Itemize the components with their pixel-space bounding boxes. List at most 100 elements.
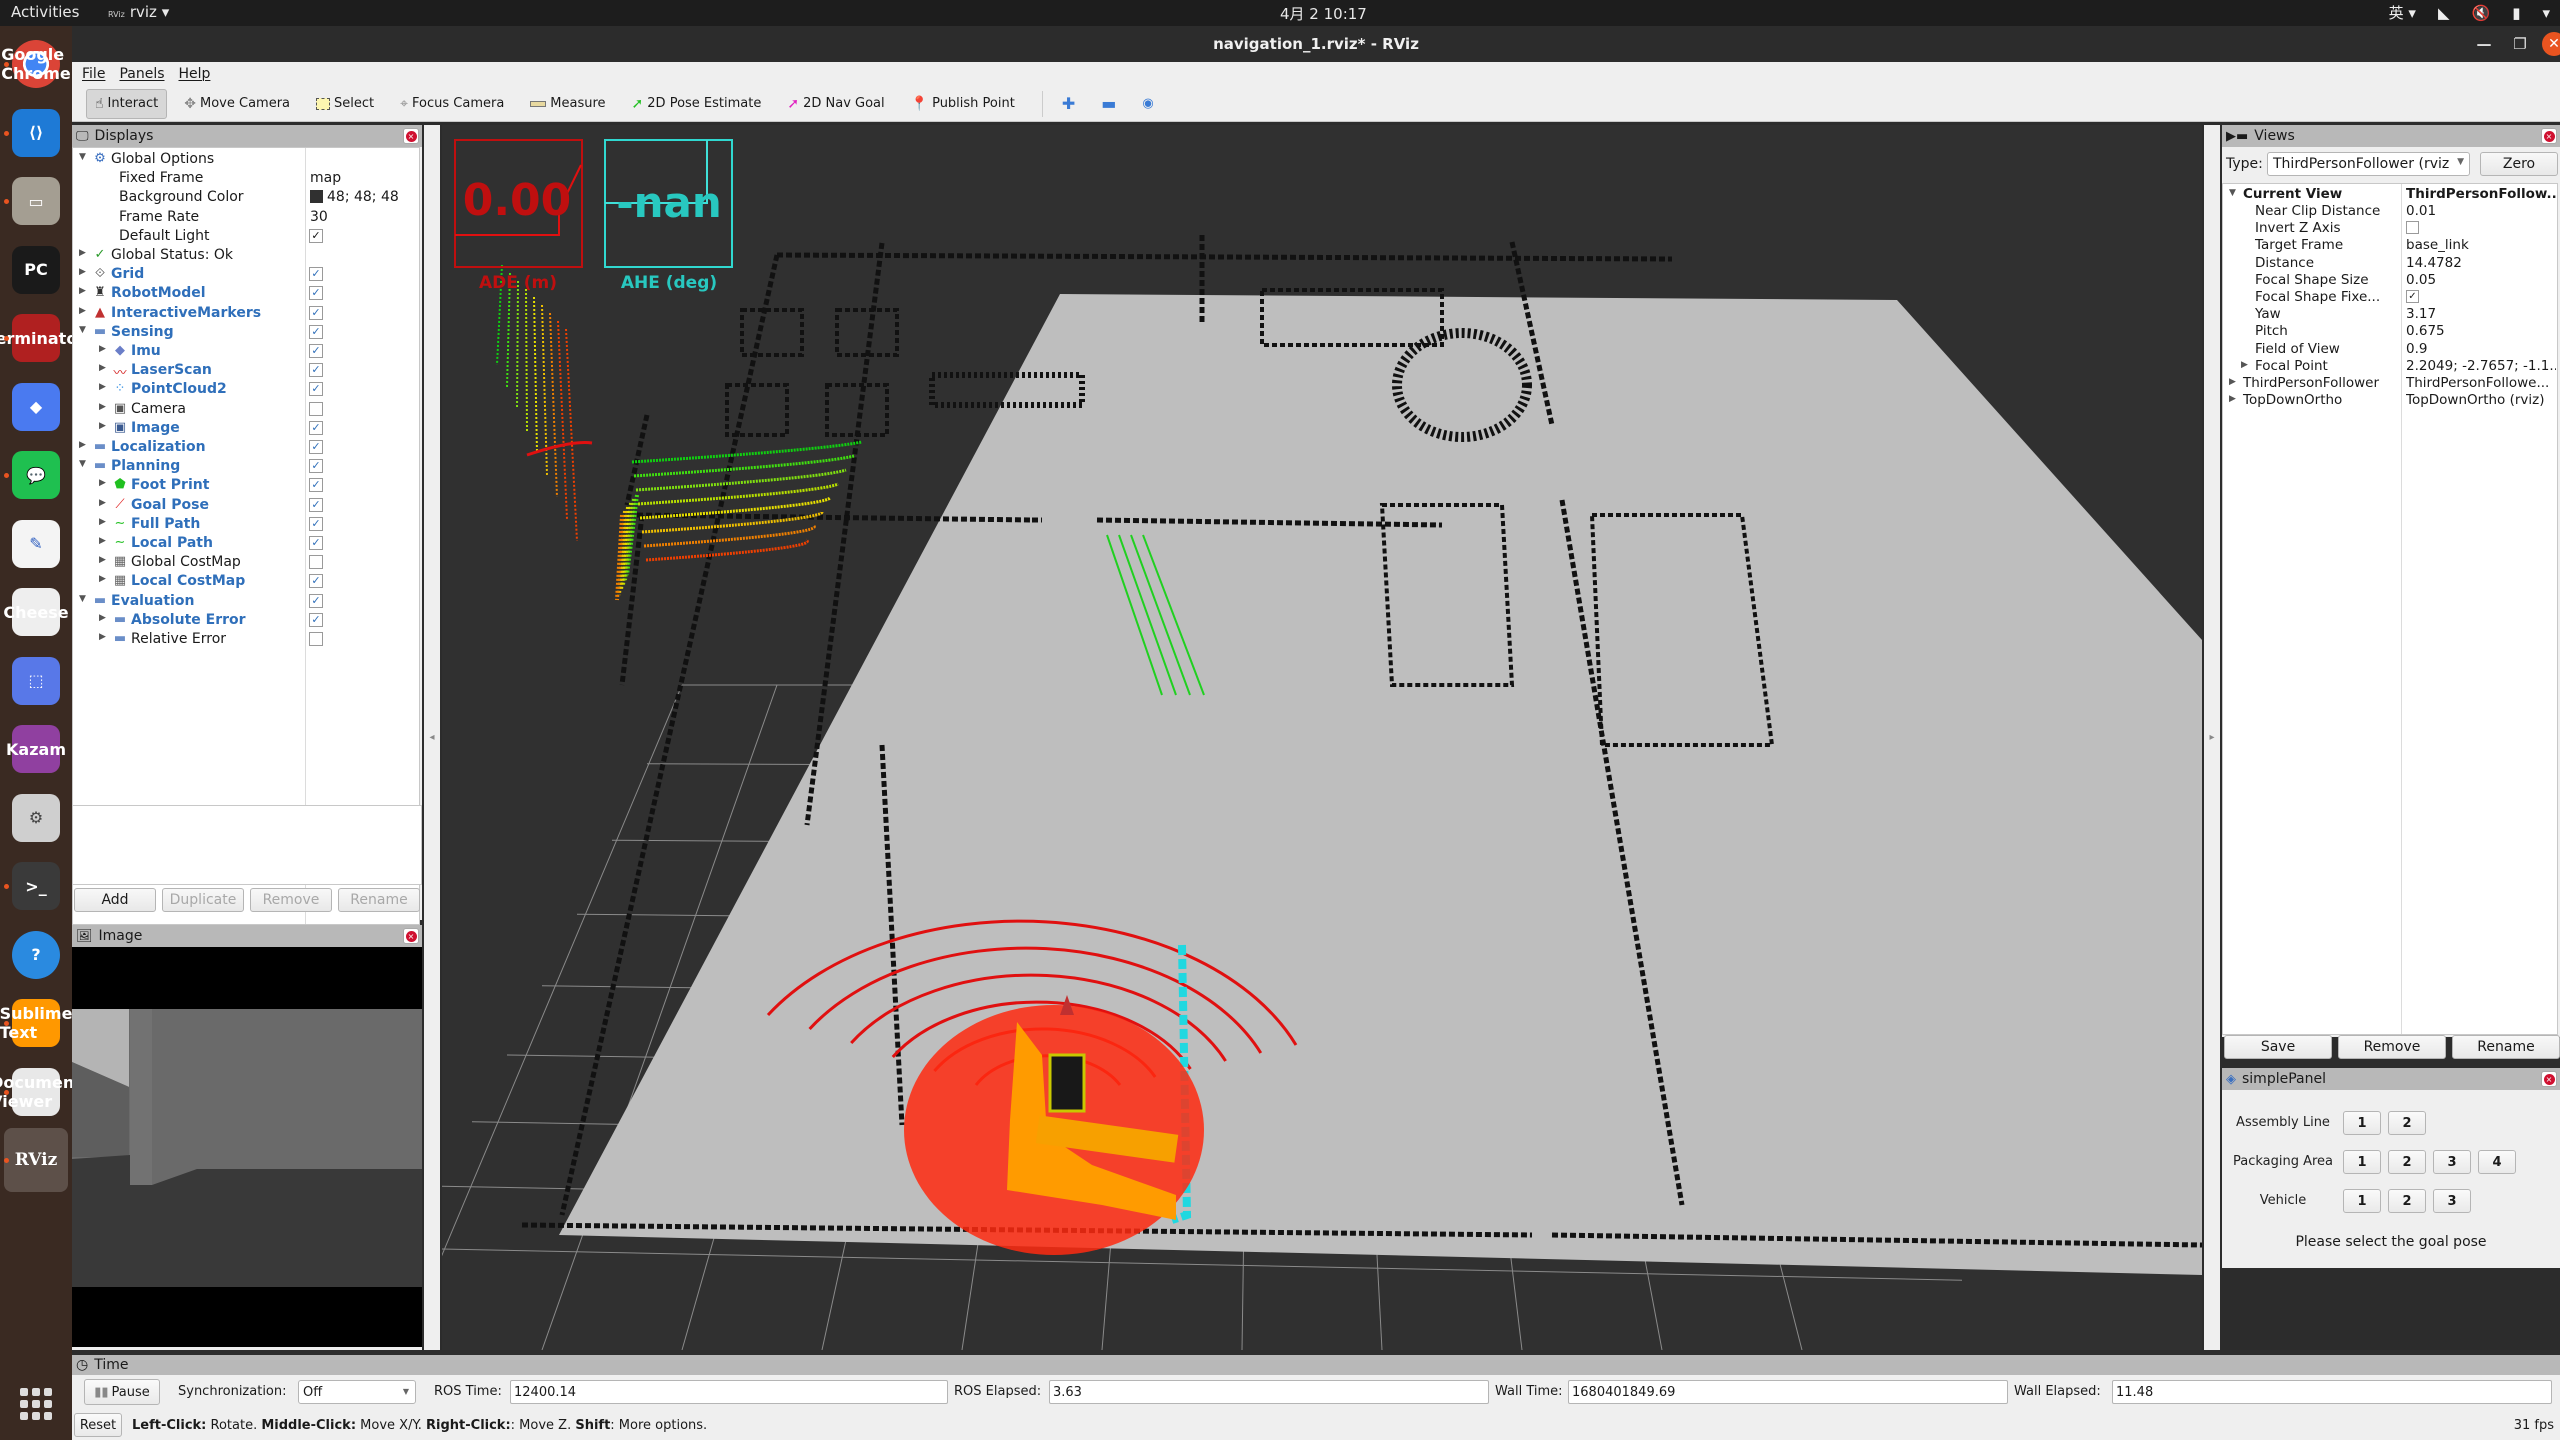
views-panel-header[interactable]: ▶▬ Views × (2222, 125, 2560, 147)
zero-view-button[interactable]: Zero (2480, 152, 2558, 176)
expand-arrow-right-icon[interactable]: ▶ (99, 363, 106, 373)
close-panel-button[interactable]: × (403, 128, 419, 144)
view-prop-near-clip-distance[interactable]: Near Clip Distance 0.01 (2223, 203, 2557, 220)
goal-button[interactable]: 2 (2388, 1189, 2426, 1213)
input-method-indicator[interactable]: 英 ▾ (2389, 2, 2416, 23)
tool-move-camera[interactable]: ✥ Move Camera (175, 89, 299, 119)
remove-display-button[interactable]: Remove (250, 888, 332, 912)
expand-arrow-right-icon[interactable]: ▶ (99, 382, 106, 392)
minimize-icon[interactable]: — (2472, 32, 2496, 56)
close-panel-button[interactable]: × (403, 928, 419, 944)
sublime-icon[interactable]: Sublime Text (0, 999, 72, 1047)
wifi-icon[interactable]: ◣ (2438, 4, 2450, 22)
display-enabled-checkbox[interactable]: ✓ (309, 536, 323, 550)
expand-arrow-down-icon[interactable]: ▼ (79, 325, 86, 335)
time-panel-header[interactable]: ◷ Time (72, 1355, 2560, 1375)
display-row-global-options[interactable]: ▼ ⚙ Global Options (73, 150, 419, 169)
display-row-background-color[interactable]: Background Color 48; 48; 48 (73, 188, 419, 207)
system-menu-chevron-icon[interactable]: ▾ (2542, 4, 2550, 22)
expand-arrow-right-icon[interactable]: ▶ (2229, 394, 2236, 404)
activities-button[interactable]: Activities (11, 3, 79, 21)
view-prop-value[interactable]: 0.9 (2406, 341, 2556, 357)
display-enabled-checkbox[interactable]: ✓ (309, 574, 323, 589)
close-window-icon[interactable]: ✕ (2542, 32, 2560, 56)
remove-tool-button[interactable]: ▬ (1092, 89, 1125, 119)
display-enabled-checkbox[interactable]: ✓ (309, 478, 323, 493)
settings-icon[interactable]: ⚙ (12, 793, 60, 842)
display-enabled-checkbox[interactable]: ✓ (309, 286, 323, 301)
view-prop-checkbox[interactable] (2406, 221, 2419, 235)
menu-help[interactable]: Help (179, 66, 211, 82)
display-row-global-status-ok[interactable]: ▶ ✓ Global Status: Ok (73, 246, 419, 265)
wall-elapsed-field[interactable]: 11.48 (2112, 1380, 2552, 1404)
expand-arrow-down-icon[interactable]: ▼ (79, 594, 86, 604)
tool-select[interactable]: Select (307, 89, 383, 119)
files-icon[interactable]: ▭ (12, 177, 60, 225)
display-enabled-checkbox[interactable]: ✓ (309, 344, 323, 358)
close-panel-button[interactable]: × (2541, 128, 2557, 144)
display-enabled-checkbox[interactable]: ✓ (309, 440, 323, 454)
display-enabled-checkbox[interactable] (309, 632, 323, 646)
display-enabled-checkbox[interactable]: ✓ (309, 612, 323, 627)
expand-arrow-right-icon[interactable]: ▶ (99, 613, 106, 623)
screenshot-icon[interactable]: ⬚ (12, 656, 60, 705)
expand-arrow-right-icon[interactable]: ▶ (99, 632, 106, 642)
ros-time-field[interactable]: 12400.14 (510, 1380, 948, 1404)
duplicate-display-button[interactable]: Duplicate (162, 888, 244, 912)
chrome-icon[interactable]: Google Chrome (1, 40, 71, 88)
view-prop-focal-shape-size[interactable]: Focal Shape Size 0.05 (2223, 272, 2557, 289)
view-prop-value[interactable]: 3.17 (2406, 306, 2556, 322)
rename-display-button[interactable]: Rename (338, 888, 420, 912)
display-enabled-checkbox[interactable]: ✓ (309, 516, 323, 531)
sync-select[interactable]: Off ▼ (298, 1380, 416, 1404)
view-prop-value[interactable]: 2.2049; -2.7657; -1.1... (2406, 358, 2556, 374)
tool-interact[interactable]: ☝ Interact (86, 88, 168, 119)
expand-arrow-right-icon[interactable]: ▶ (99, 421, 106, 431)
3d-scene[interactable]: 0.00 ADE (m) -nan AHE (deg) (442, 125, 2202, 1350)
display-enabled-checkbox[interactable]: ✓ (309, 363, 323, 378)
display-row-value[interactable]: 30 (310, 209, 328, 225)
expand-arrow-right-icon[interactable]: ▶ (99, 536, 106, 546)
add-display-button[interactable]: Add (74, 888, 156, 912)
display-enabled-checkbox[interactable]: ✓ (309, 228, 323, 243)
tool-focus-camera[interactable]: ⌖ Focus Camera (391, 89, 513, 119)
display-enabled-checkbox[interactable]: ✓ (309, 420, 323, 435)
pycharm-icon[interactable]: PC (12, 245, 60, 294)
display-row-imu[interactable]: ▶ ◆ Imu ✓ (73, 342, 419, 361)
goal-button[interactable]: 3 (2433, 1150, 2471, 1174)
close-panel-button[interactable]: × (2541, 1071, 2557, 1087)
display-row-sensing[interactable]: ▼ ▬ Sensing ✓ (73, 323, 419, 342)
display-row-fixed-frame[interactable]: Fixed Frame map (73, 169, 419, 188)
webcam-icon[interactable]: Cheese (3, 588, 69, 636)
rename-view-button[interactable]: Rename (2452, 1035, 2560, 1059)
display-row-camera[interactable]: ▶ ▣ Camera (73, 400, 419, 419)
video-recorder-icon[interactable]: Kazam (6, 725, 66, 773)
display-row-laserscan[interactable]: ▶ 〰 LaserScan ✓ (73, 361, 419, 381)
display-row-localization[interactable]: ▶ ▬ Localization ✓ (73, 438, 419, 457)
expand-arrow-right-icon[interactable]: ▶ (79, 440, 86, 450)
app-menu[interactable]: RViz rviz ▾ (108, 3, 169, 21)
menu-file[interactable]: File (82, 66, 105, 82)
display-row-frame-rate[interactable]: Frame Rate 30 (73, 208, 419, 227)
expand-arrow-right-icon[interactable]: ▶ (99, 517, 106, 527)
display-row-global-costmap[interactable]: ▶ ▦ Global CostMap (73, 553, 419, 572)
view-prop-checkbox[interactable]: ✓ (2406, 290, 2419, 303)
goal-button[interactable]: 1 (2343, 1189, 2381, 1213)
display-row-evaluation[interactable]: ▼ ▬ Evaluation ✓ (73, 592, 419, 611)
view-prop-value[interactable]: 0.675 (2406, 323, 2556, 339)
menu-panels[interactable]: Panels (119, 66, 164, 82)
tool-2d-pose-estimate[interactable]: ➚ 2D Pose Estimate (623, 89, 771, 119)
tool-2d-nav-goal[interactable]: ➚ 2D Nav Goal (778, 89, 893, 119)
document-viewer-icon[interactable]: Document Viewer (0, 1067, 82, 1116)
expand-arrow-down-icon[interactable]: ▼ (79, 152, 86, 162)
system-tray[interactable]: 英 ▾ ◣ 🔇 ▮ ▾ (2389, 2, 2550, 23)
view-prop-focal-point[interactable]: ▶ Focal Point 2.2049; -2.7657; -1.1... (2223, 358, 2557, 375)
display-row-relative-error[interactable]: ▶ ▬ Relative Error (73, 630, 419, 649)
expand-arrow-down-icon[interactable]: ▼ (2229, 188, 2236, 198)
display-enabled-checkbox[interactable]: ✓ (309, 593, 323, 608)
display-enabled-checkbox[interactable] (309, 555, 323, 570)
view-prop-distance[interactable]: Distance 14.4782 (2223, 255, 2557, 272)
goal-button[interactable]: 1 (2343, 1150, 2381, 1174)
display-row-grid[interactable]: ▶ ⟐ Grid ✓ (73, 265, 419, 284)
display-enabled-checkbox[interactable] (309, 401, 323, 416)
